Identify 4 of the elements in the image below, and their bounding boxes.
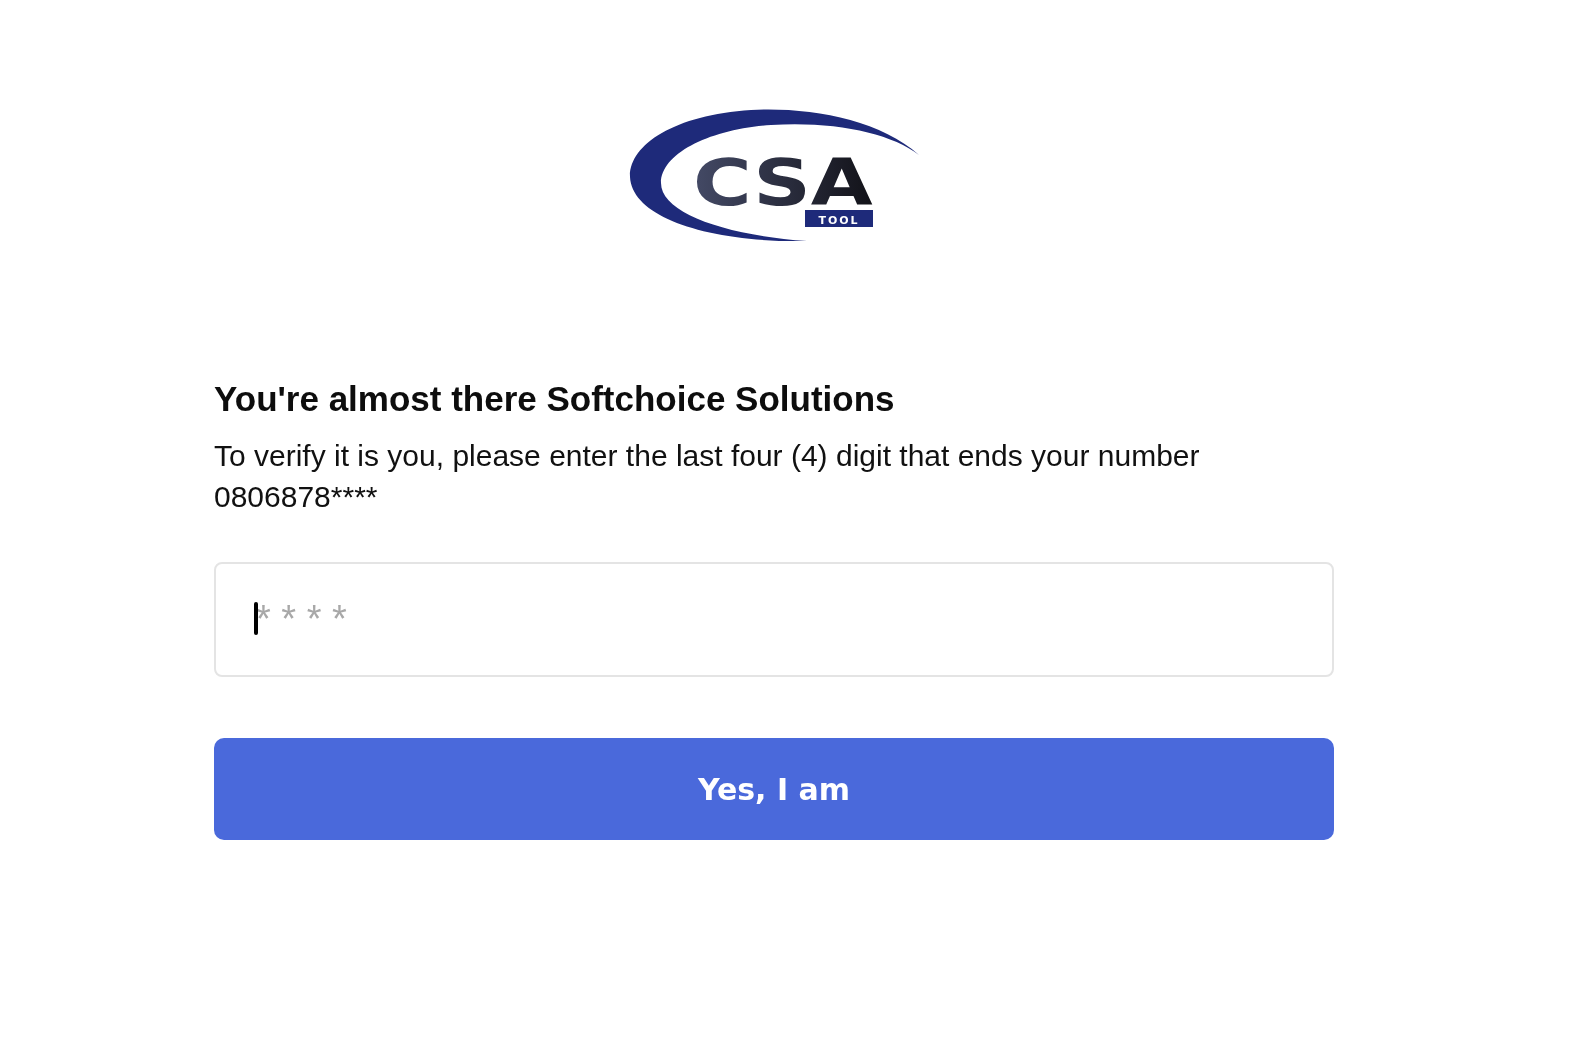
- code-input-field[interactable]: * * * *: [214, 562, 1334, 677]
- page-heading: You're almost there Softchoice Solutions: [214, 379, 896, 419]
- instruction-text: To verify it is you, please enter the last four (4) digit that ends your number 0806878****: [214, 438, 1201, 515]
- submit-button[interactable]: Yes, I am: [214, 738, 1334, 840]
